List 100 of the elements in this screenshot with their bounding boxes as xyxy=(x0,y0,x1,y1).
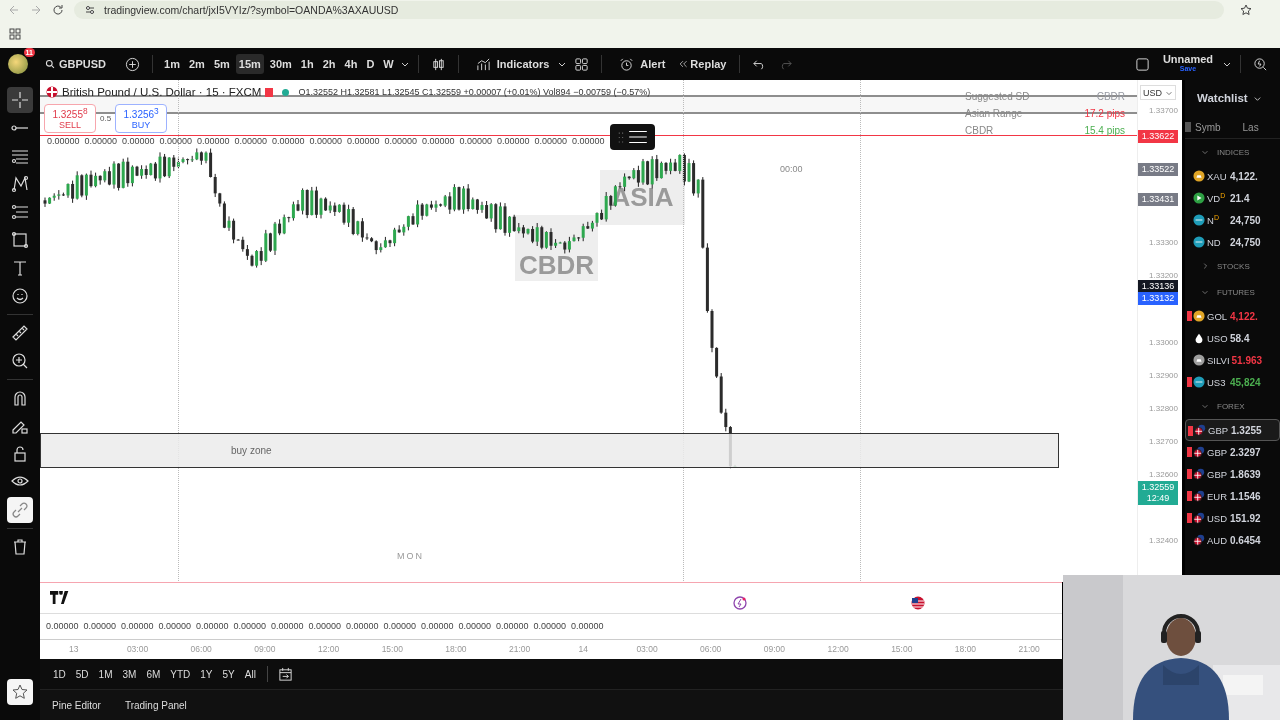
buy-button[interactable]: 1.3256$^{3}$ BUY xyxy=(115,104,168,134)
watchlist-row[interactable]: XAU 4,122. xyxy=(1185,165,1280,187)
watchlist-row[interactable]: SILVI 51.963 xyxy=(1185,349,1280,371)
flag-icon xyxy=(46,86,58,98)
interval-button[interactable]: 2m xyxy=(185,54,208,74)
symbol-text: AUD xyxy=(1207,534,1228,546)
flag-marker-icon xyxy=(1187,311,1192,321)
url-text: tradingview.com/chart/jxI5VYIz/?symbol=OANDA%3AXAUUSD xyxy=(104,4,399,16)
watchlist-row[interactable]: GBP 1.8639 xyxy=(1185,463,1280,485)
interval-button[interactable]: 1m xyxy=(161,54,183,74)
favorites-star-button[interactable] xyxy=(7,679,33,705)
chart-title[interactable]: British Pound / U.S. Dollar · 15 · FXCM xyxy=(62,86,262,98)
last-price: 51.963 xyxy=(1231,354,1263,366)
time-label: 06:00 xyxy=(699,644,723,655)
buy-zone-rectangle[interactable]: buy zone xyxy=(40,433,1059,468)
interval-button[interactable]: D xyxy=(363,54,378,74)
watchlist-row[interactable]: GBP 2.3297 xyxy=(1185,441,1280,463)
watchlist-row[interactable]: GBP 1.3255 xyxy=(1185,419,1280,441)
watchlist-row[interactable]: N$^{D}$ 24,750 xyxy=(1185,209,1280,231)
add-symbol-icon[interactable] xyxy=(125,56,141,72)
symbol-text: USD xyxy=(1207,512,1228,524)
replay-button[interactable]: Replay xyxy=(673,54,732,74)
column-header[interactable]: Las xyxy=(1242,121,1259,133)
quick-search-icon[interactable] xyxy=(1253,56,1268,72)
watchlist-row[interactable]: GOL 4,122. xyxy=(1185,305,1280,327)
site-info-icon[interactable] xyxy=(84,4,96,16)
indicator-value: 0.00000 xyxy=(234,136,269,146)
bars-icon xyxy=(1193,310,1205,322)
section-header[interactable]: STOCKS xyxy=(1185,253,1280,279)
interval-button[interactable]: 4h xyxy=(341,54,361,74)
square-icon[interactable] xyxy=(1134,56,1150,72)
flag-marker-icon xyxy=(1188,426,1193,436)
watchlist-row[interactable]: ND 24,750 xyxy=(1185,231,1280,253)
price-label: 1.33700 xyxy=(1149,105,1178,117)
interval-button[interactable]: 2h xyxy=(319,54,339,74)
symbol-text: GBP xyxy=(1208,424,1229,436)
range-button[interactable]: 5D xyxy=(70,666,94,682)
price-label: 1.32900 xyxy=(1149,369,1178,382)
user-avatar[interactable] xyxy=(8,54,28,74)
section-header[interactable]: FUTURES xyxy=(1185,279,1280,305)
flag-marker-icon xyxy=(1187,377,1192,387)
section-header[interactable]: INDICES xyxy=(1185,139,1280,165)
range-button[interactable]: 3M xyxy=(117,666,142,682)
watchlist-row[interactable]: AUD 0.6454 xyxy=(1185,529,1280,551)
panel-tab[interactable]: Pine Editor xyxy=(44,695,109,715)
watchlist-row[interactable]: US3 45,824 xyxy=(1185,371,1280,393)
range-button[interactable]: 6M xyxy=(141,666,166,682)
bookmark-star-icon[interactable] xyxy=(1240,4,1252,16)
layouts-icon[interactable] xyxy=(574,56,590,72)
watchlist-row[interactable]: USD 151.92 xyxy=(1185,507,1280,529)
watchlist-row[interactable]: VD$^{D}$ 21.4 xyxy=(1185,187,1280,209)
range-button[interactable]: YTD xyxy=(165,666,196,682)
chevron-icon xyxy=(1201,402,1209,410)
last-price: 24,750 xyxy=(1230,236,1261,248)
panel-tab[interactable]: Trading Panel xyxy=(116,695,195,715)
apps-grid-icon[interactable] xyxy=(9,28,21,40)
interval-button[interactable]: 1h xyxy=(297,54,317,74)
bars-icon xyxy=(1193,354,1205,366)
range-button[interactable]: 1D xyxy=(48,666,71,682)
candles-icon[interactable] xyxy=(430,56,446,72)
alert-button[interactable]: Alert xyxy=(610,52,671,76)
watchlist-row[interactable]: USO 58.4 xyxy=(1185,327,1280,349)
indicator-value: 0.00000 xyxy=(309,136,344,146)
interval-button[interactable]: 15m xyxy=(235,54,264,74)
drawing-menu-button[interactable] xyxy=(610,124,655,150)
us-flag-icon[interactable] xyxy=(911,595,925,610)
ohlc-values: O1.32552 H1.32581 L1.32545 C1.32559 +0.00007 (+0.01%) Vol894 −0.00759 (−0.57%) xyxy=(298,87,651,97)
symbol-text: EUR xyxy=(1207,490,1228,502)
sell-button[interactable]: 1.3255$^{8}$ SELL xyxy=(44,104,96,134)
reload-icon[interactable] xyxy=(52,4,64,16)
price-badge: 1.33136 xyxy=(1138,279,1178,293)
crosshair-tool[interactable] xyxy=(7,87,33,113)
price-label: 1.32700 xyxy=(1149,435,1178,448)
smiley-icon xyxy=(10,286,30,306)
currency-dropdown[interactable]: USD xyxy=(1140,85,1176,100)
watchlist-row[interactable]: EUR 1.1546 xyxy=(1185,485,1280,507)
indicator-value: 0.00000 xyxy=(84,136,119,146)
range-button[interactable]: 5Y xyxy=(217,666,240,682)
symbol-search[interactable]: GBPUSD xyxy=(39,58,113,70)
layout-name[interactable]: Unnamed xyxy=(1162,54,1213,64)
interval-button[interactable]: 30m xyxy=(266,54,295,74)
column-header[interactable]: Symb xyxy=(1195,121,1221,133)
indicator-value: 0.00000 xyxy=(571,621,605,632)
range-button[interactable]: All xyxy=(239,666,261,682)
stat-label: CBDR xyxy=(965,125,995,136)
calendar-icon[interactable] xyxy=(277,666,293,682)
interval-button[interactable]: 5m xyxy=(210,54,233,74)
section-header[interactable]: FOREX xyxy=(1185,393,1280,419)
indicators-button[interactable]: Indicators xyxy=(466,52,555,76)
interval-button[interactable]: W xyxy=(380,54,397,74)
range-button[interactable]: 1M xyxy=(93,666,118,682)
link-icon xyxy=(10,500,30,520)
indicator-value: 0.00000 xyxy=(422,136,456,146)
symbol-text: GBP xyxy=(1207,468,1228,480)
range-button[interactable]: 1Y xyxy=(195,666,218,682)
last-price: 4,122. xyxy=(1230,170,1258,182)
watchlist-title[interactable]: Watchlist xyxy=(1197,92,1248,104)
lightning-icon[interactable] xyxy=(733,595,747,610)
flag-marker-icon[interactable] xyxy=(1185,122,1191,132)
address-bar[interactable]: tradingview.com/chart/jxI5VYIz/?symbol=OANDA%3AXAUUSD xyxy=(74,1,1224,19)
